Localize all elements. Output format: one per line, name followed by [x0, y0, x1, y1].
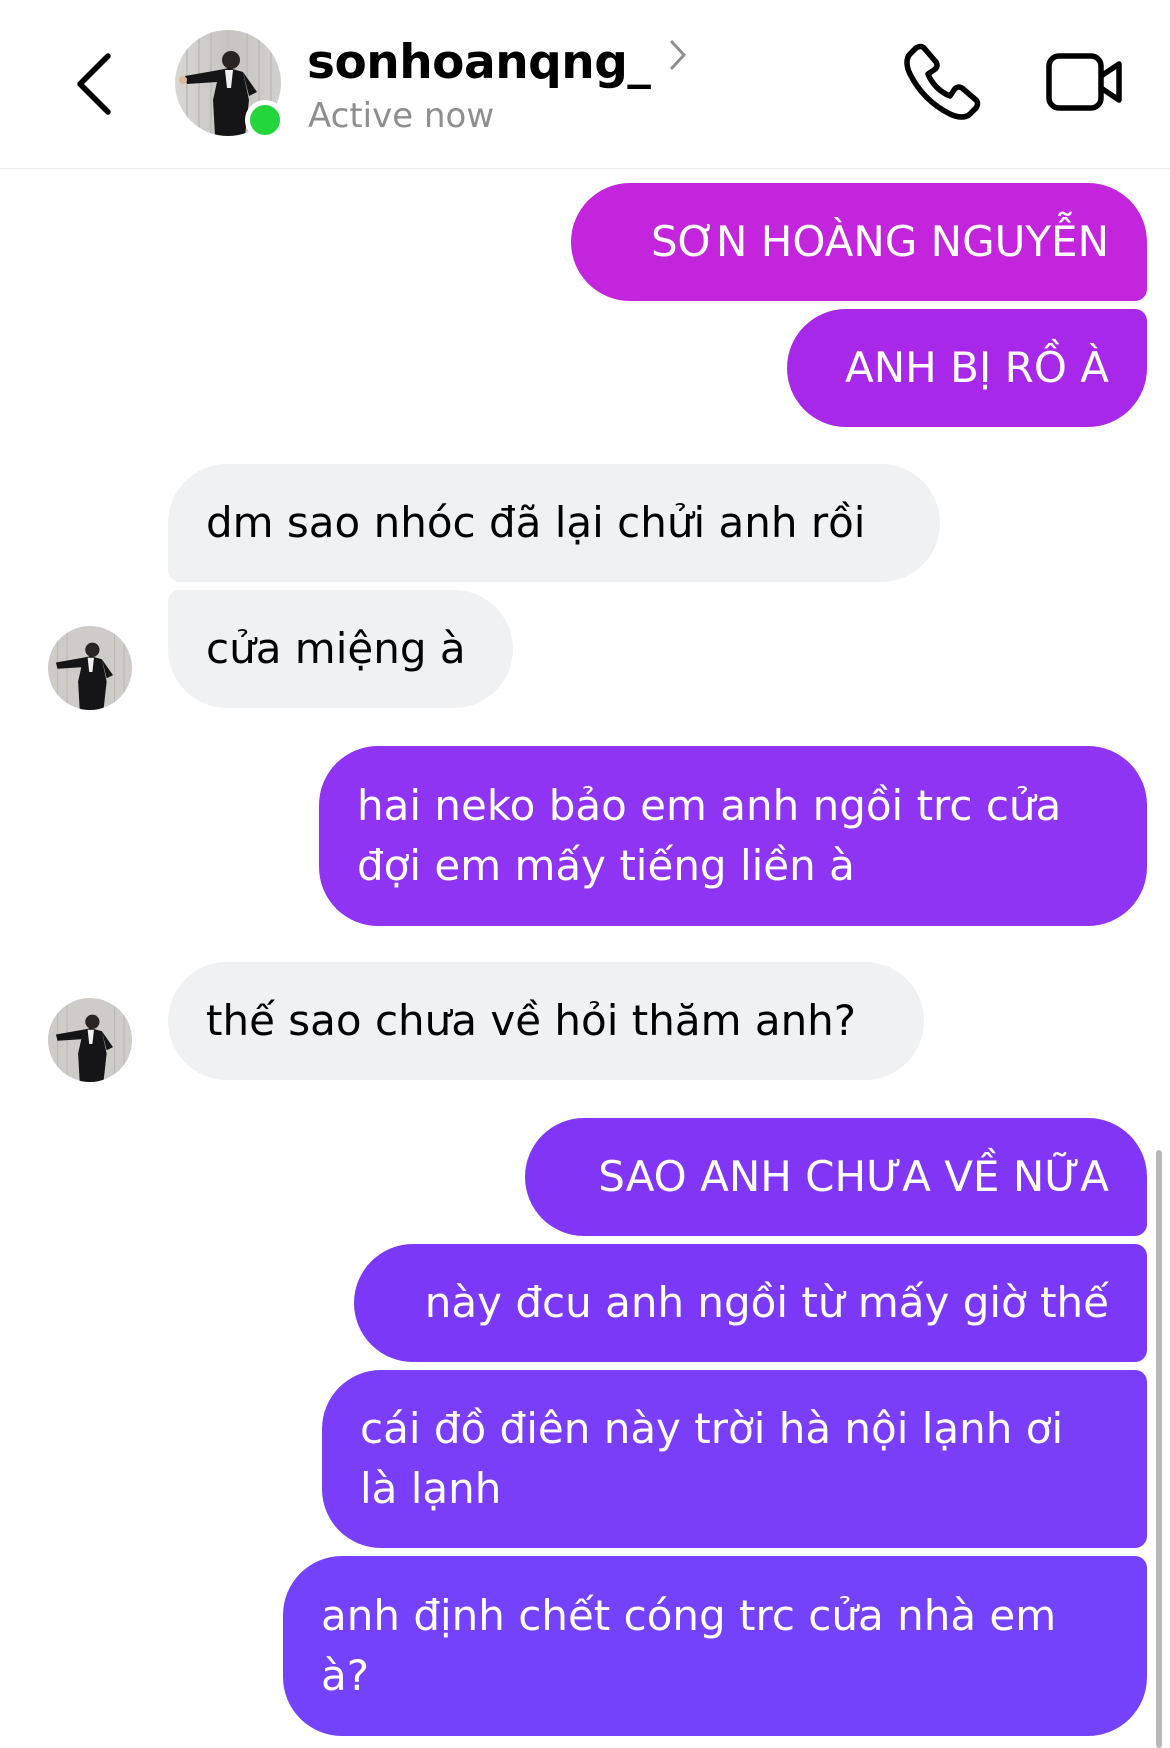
message-outgoing[interactable]: ANH BỊ RỒ À: [787, 309, 1147, 427]
message-incoming[interactable]: dm sao nhóc đã lại chửi anh rồi: [168, 464, 940, 582]
avatar-image: [48, 626, 132, 710]
message-outgoing[interactable]: SƠN HOÀNG NGUYỄN: [571, 183, 1147, 301]
message-outgoing[interactable]: này đcu anh ngồi từ mấy giờ thế: [354, 1244, 1147, 1362]
message-text: hai neko bảo em anh ngồi trc cửa đợi em …: [357, 781, 1062, 890]
message-text: dm sao nhóc đã lại chửi anh rồi: [206, 498, 866, 547]
avatar-image: [48, 998, 132, 1082]
scrollbar[interactable]: [1156, 1150, 1162, 1748]
message-text: cái đồ điên này trời hà nội lạnh ơi là l…: [360, 1404, 1064, 1513]
message-outgoing[interactable]: hai neko bảo em anh ngồi trc cửa đợi em …: [319, 746, 1147, 926]
message-text: thế sao chưa về hỏi thăm anh?: [206, 996, 857, 1045]
message-text: ANH BỊ RỒ À: [845, 343, 1109, 392]
message-text: này đcu anh ngồi từ mấy giờ thế: [424, 1278, 1109, 1327]
message-text: cửa miệng à: [206, 624, 466, 673]
message-text: anh định chết cóng trc cửa nhà em à?: [321, 1591, 1057, 1700]
sender-avatar[interactable]: [48, 998, 132, 1082]
message-text: SAO ANH CHƯA VỀ NỮA: [598, 1152, 1109, 1201]
message-text: SƠN HOÀNG NGUYỄN: [650, 217, 1109, 266]
sender-avatar[interactable]: [48, 626, 132, 710]
message-outgoing[interactable]: anh định chết cóng trc cửa nhà em à?: [283, 1556, 1147, 1736]
message-thread: SƠN HOÀNG NGUYỄN ANH BỊ RỒ À dm sao nhóc…: [0, 0, 1170, 1748]
message-incoming[interactable]: cửa miệng à: [168, 590, 513, 708]
message-outgoing[interactable]: SAO ANH CHƯA VỀ NỮA: [525, 1118, 1147, 1236]
message-outgoing[interactable]: cái đồ điên này trời hà nội lạnh ơi là l…: [322, 1370, 1147, 1548]
message-incoming[interactable]: thế sao chưa về hỏi thăm anh?: [168, 962, 924, 1080]
